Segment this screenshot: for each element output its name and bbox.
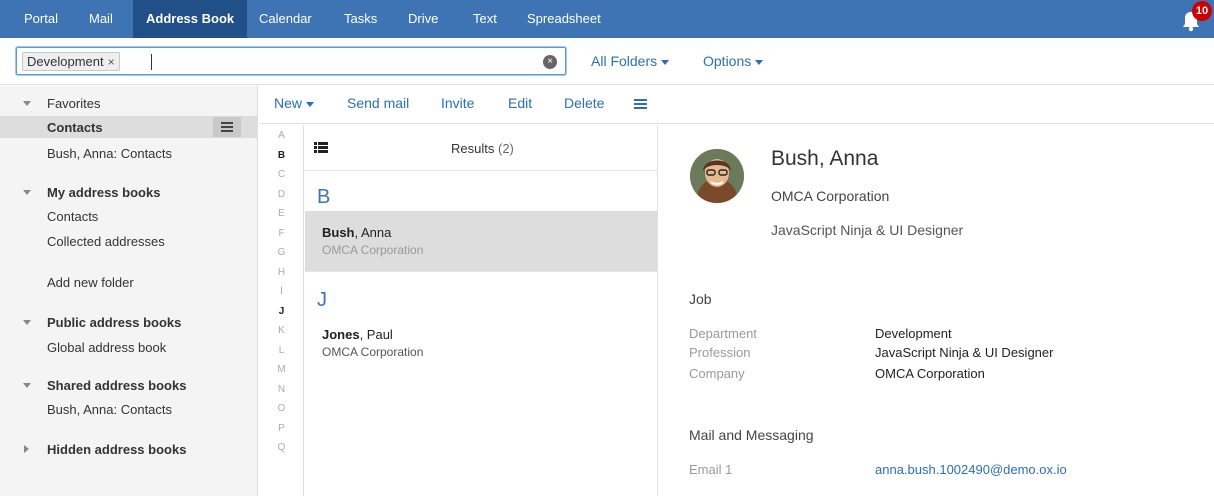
nav-drive[interactable]: Drive bbox=[408, 0, 438, 38]
folder-group-my-address-books[interactable]: My address books bbox=[47, 185, 160, 200]
alphabet-letter-i[interactable]: I bbox=[259, 286, 304, 297]
contact-row-bush-anna[interactable]: Bush, Anna OMCA Corporation bbox=[305, 211, 658, 271]
nav-mail[interactable]: Mail bbox=[89, 0, 113, 38]
chevron-down-icon bbox=[661, 59, 670, 65]
edit-button[interactable]: Edit bbox=[508, 95, 532, 111]
search-token-label: Development bbox=[27, 54, 104, 69]
section-heading-job: Job bbox=[689, 291, 712, 307]
search-input[interactable]: Development × × bbox=[16, 47, 566, 75]
expand-hidden-books-icon[interactable] bbox=[24, 445, 29, 453]
folder-item-contacts[interactable]: Contacts bbox=[47, 209, 98, 224]
alphabet-letter-g[interactable]: G bbox=[259, 247, 304, 258]
nav-calendar[interactable]: Calendar bbox=[259, 0, 312, 38]
alphabet-letter-l[interactable]: L bbox=[259, 345, 304, 356]
collapse-my-books-icon[interactable] bbox=[23, 190, 31, 195]
alphabet-letter-n[interactable]: N bbox=[259, 384, 304, 395]
folder-item-favorites-contacts[interactable]: Contacts bbox=[47, 120, 103, 135]
alphabet-letter-a[interactable]: A bbox=[259, 130, 304, 141]
alphabet-letter-q[interactable]: Q bbox=[259, 442, 304, 453]
collapse-favorites-icon[interactable] bbox=[23, 101, 31, 106]
clear-search-icon[interactable]: × bbox=[543, 55, 557, 69]
new-button-label: New bbox=[274, 95, 303, 111]
nav-text[interactable]: Text bbox=[473, 0, 497, 38]
chevron-down-icon bbox=[755, 59, 764, 65]
token-remove-icon[interactable]: × bbox=[108, 55, 115, 69]
alphabet-letter-e[interactable]: E bbox=[259, 208, 304, 219]
contact-avatar bbox=[690, 149, 744, 203]
folder-group-public-address-books[interactable]: Public address books bbox=[47, 315, 181, 330]
nav-address-book[interactable]: Address Book bbox=[133, 0, 248, 38]
alphabet-letter-c[interactable]: C bbox=[259, 169, 304, 180]
contact-display-name: Bush, Anna bbox=[771, 147, 879, 170]
alphabet-letter-j[interactable]: J bbox=[259, 306, 304, 317]
section-letter-b: B bbox=[317, 186, 331, 208]
invite-button[interactable]: Invite bbox=[441, 95, 474, 111]
search-filter-token[interactable]: Development × bbox=[22, 52, 120, 71]
collapse-shared-books-icon[interactable] bbox=[23, 383, 31, 388]
field-label-company: Company bbox=[689, 366, 745, 381]
alphabet-letter-o[interactable]: O bbox=[259, 403, 304, 414]
section-heading-mail-messaging: Mail and Messaging bbox=[689, 427, 814, 443]
all-folders-dropdown[interactable]: All Folders bbox=[591, 53, 670, 69]
folder-sidebar: Favorites Contacts Bush, Anna: Contacts … bbox=[0, 86, 258, 496]
row-divider bbox=[305, 271, 658, 272]
contact-list: Results (2) B Bush, Anna OMCA Corporatio… bbox=[305, 125, 658, 496]
email-link[interactable]: anna.bush.1002490@demo.ox.io bbox=[875, 462, 1067, 477]
nav-tasks[interactable]: Tasks bbox=[344, 0, 377, 38]
options-dropdown[interactable]: Options bbox=[703, 53, 764, 69]
new-button[interactable]: New bbox=[274, 95, 315, 111]
field-label-department: Department bbox=[689, 326, 757, 341]
alphabet-letter-h[interactable]: H bbox=[259, 267, 304, 278]
nav-portal[interactable]: Portal bbox=[24, 0, 58, 38]
folder-group-hidden-address-books[interactable]: Hidden address books bbox=[47, 442, 186, 457]
search-row: Development × × All Folders Options bbox=[0, 38, 1214, 85]
results-count: Results (2) bbox=[451, 141, 514, 156]
folder-item-bush-anna-contacts[interactable]: Bush, Anna: Contacts bbox=[47, 146, 172, 161]
notification-count-badge[interactable]: 10 bbox=[1192, 1, 1212, 21]
contact-job-title: JavaScript Ninja & UI Designer bbox=[771, 222, 964, 238]
contacts-toolbar: New Send mail Invite Edit Delete bbox=[259, 86, 1214, 124]
contact-name: Bush, Anna bbox=[322, 225, 392, 240]
options-label: Options bbox=[703, 53, 752, 69]
list-header: Results (2) bbox=[305, 125, 658, 171]
folder-group-favorites[interactable]: Favorites bbox=[47, 96, 100, 111]
list-view-icon[interactable] bbox=[314, 142, 328, 153]
chevron-down-icon bbox=[306, 101, 315, 107]
more-actions-icon[interactable] bbox=[634, 98, 647, 110]
alphabet-letter-b[interactable]: B bbox=[259, 150, 304, 161]
alphabet-letter-k[interactable]: K bbox=[259, 325, 304, 336]
field-value-profession: JavaScript Ninja & UI Designer bbox=[875, 345, 1054, 360]
text-cursor bbox=[151, 54, 152, 70]
alphabet-letter-f[interactable]: F bbox=[259, 228, 304, 239]
alphabet-letter-d[interactable]: D bbox=[259, 189, 304, 200]
results-label: Results bbox=[451, 141, 495, 156]
add-new-folder-link[interactable]: Add new folder bbox=[47, 275, 134, 290]
alphabet-letter-m[interactable]: M bbox=[259, 364, 304, 375]
alphabet-letter-p[interactable]: P bbox=[259, 423, 304, 434]
field-label-email-1: Email 1 bbox=[689, 462, 733, 477]
all-folders-label: All Folders bbox=[591, 53, 658, 69]
nav-spreadsheet[interactable]: Spreadsheet bbox=[527, 0, 601, 38]
contact-name: Jones, Paul bbox=[322, 327, 393, 342]
folder-item-collected-addresses[interactable]: Collected addresses bbox=[47, 234, 165, 249]
collapse-public-books-icon[interactable] bbox=[23, 320, 31, 325]
contact-detail-pane: Bush, Anna OMCA Corporation JavaScript N… bbox=[659, 125, 1214, 496]
folder-group-shared-address-books[interactable]: Shared address books bbox=[47, 378, 186, 393]
contact-company: OMCA Corporation bbox=[322, 345, 424, 359]
contact-company: OMCA Corporation bbox=[322, 243, 424, 257]
send-mail-button[interactable]: Send mail bbox=[347, 95, 409, 111]
top-navigation-bar: Portal Mail Address Book Calendar Tasks … bbox=[0, 0, 1214, 38]
folder-item-shared-bush-anna-contacts[interactable]: Bush, Anna: Contacts bbox=[47, 402, 172, 417]
delete-button[interactable]: Delete bbox=[564, 95, 604, 111]
folder-item-global-address-book[interactable]: Global address book bbox=[47, 340, 166, 355]
folder-menu-icon[interactable] bbox=[213, 117, 241, 137]
results-number: (2) bbox=[497, 141, 514, 156]
section-letter-j: J bbox=[317, 289, 327, 311]
contact-row-jones-paul[interactable]: Jones, Paul OMCA Corporation bbox=[305, 313, 658, 373]
field-label-profession: Profession bbox=[689, 345, 751, 360]
field-value-department: Development bbox=[875, 326, 952, 341]
contact-detail-company: OMCA Corporation bbox=[771, 188, 890, 204]
alphabet-index: ABCDEFGHIJKLMNOPQ bbox=[259, 125, 304, 496]
field-value-company: OMCA Corporation bbox=[875, 366, 985, 381]
